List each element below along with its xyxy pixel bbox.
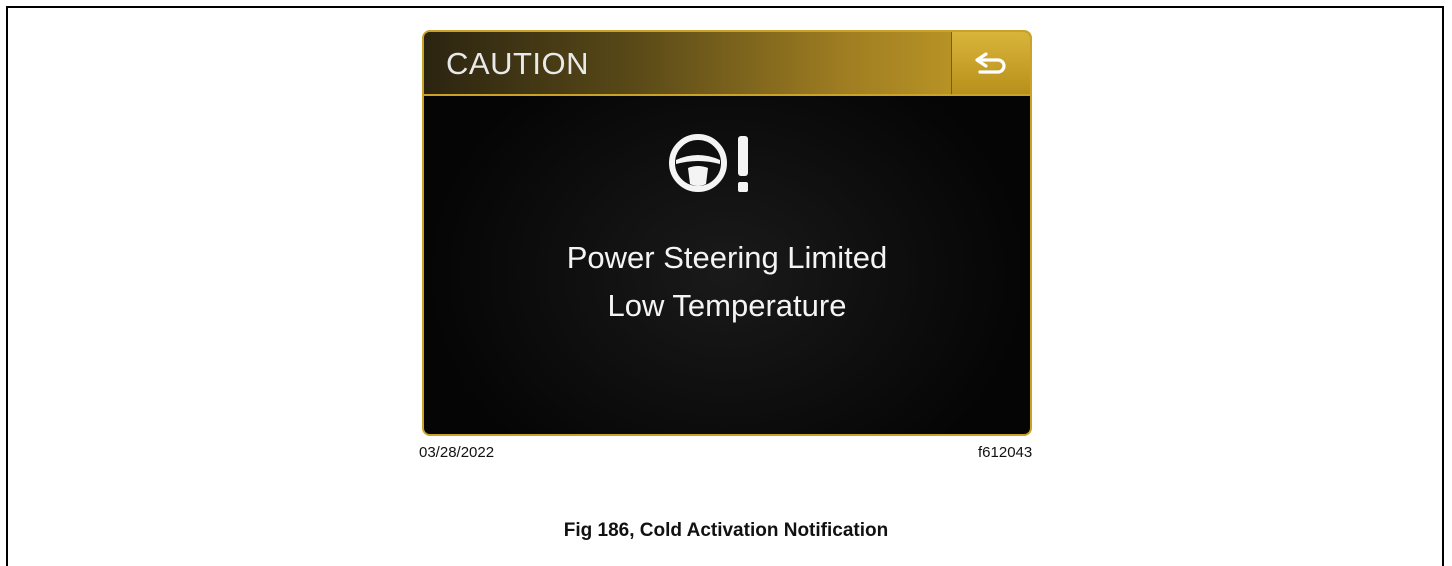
caution-header: CAUTION — [424, 32, 1030, 96]
message-line-1: Power Steering Limited — [566, 240, 888, 275]
back-button[interactable] — [951, 32, 1030, 94]
figure-code: f612043 — [978, 444, 1033, 461]
back-arrow-icon — [975, 52, 1006, 74]
steering-wheel-warning-icon — [669, 134, 748, 192]
figure-caption: Fig 186, Cold Activation Notification — [563, 520, 889, 541]
display-screen: CAUTION Power Steering Limited Low Tempe… — [422, 30, 1032, 436]
figure-date: 03/28/2022 — [419, 444, 495, 461]
header-title: CAUTION — [446, 46, 589, 81]
display-screen-inner: CAUTION Power Steering Limited Low Tempe… — [424, 32, 1030, 434]
message-line-2: Low Temperature — [607, 288, 847, 323]
